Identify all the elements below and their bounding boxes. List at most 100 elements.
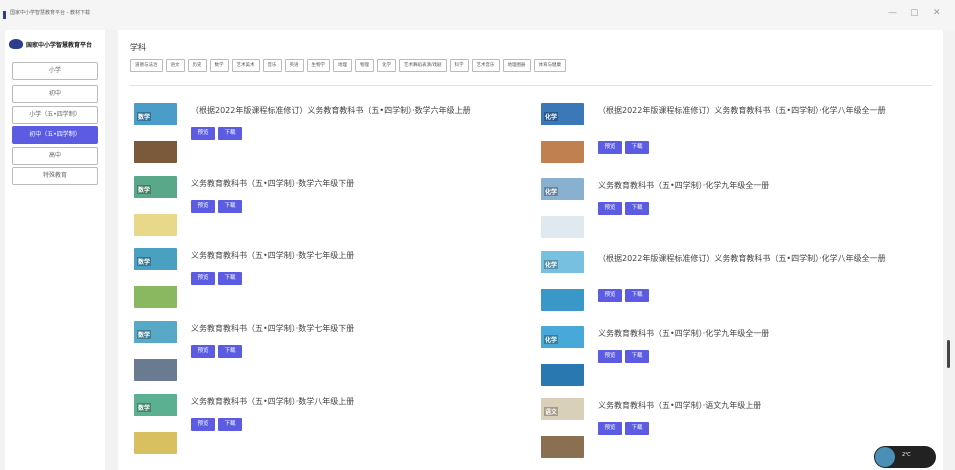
preview-button[interactable]: 预览 — [191, 200, 215, 213]
logo-icon — [9, 39, 23, 49]
preview-button[interactable]: 预览 — [598, 202, 622, 215]
window-title: 国家中小学智慧教育平台 - 教材下载 — [10, 10, 90, 16]
book-cover[interactable]: 数学 — [134, 394, 177, 454]
subject-tag[interactable]: 地理图册 — [502, 59, 531, 72]
maximize-icon[interactable]: ▢ — [910, 8, 919, 18]
subject-tag[interactable]: 艺术舞蹈表演/戏剧 — [399, 59, 447, 72]
download-button[interactable]: 下载 — [625, 202, 649, 215]
app-icon — [3, 11, 6, 19]
sidebar: 国家中小学智慧教育平台 小学 初中 小学（五•四学制） 初中（五•四学制） 高中… — [5, 30, 105, 470]
book-title: 义务教育教科书（五•四学制）·数学六年级下册 — [191, 179, 355, 188]
subject-tag[interactable]: 音乐 — [262, 59, 282, 72]
book-cover[interactable]: 数学 — [134, 321, 177, 381]
cover-label: 化学 — [544, 112, 559, 121]
book-item: 数学 义务教育教科书（五•四学制）·数学六年级下册 预览 下载 — [134, 176, 514, 240]
minimize-icon[interactable]: — — [888, 8, 897, 18]
cover-base — [134, 286, 177, 308]
preview-button[interactable]: 预览 — [191, 345, 215, 358]
cover-base — [134, 141, 177, 163]
book-cover[interactable]: 数学 — [134, 176, 177, 236]
cover-base — [134, 214, 177, 236]
book-title: （根据2022年版课程标准修订）义务教育教科书（五•四学制）·化学八年级全一册 — [598, 106, 886, 115]
book-cover[interactable]: 化学 — [541, 103, 584, 163]
subject-tag[interactable]: 语文 — [165, 59, 185, 72]
book-title: （根据2022年版课程标准修订）义务教育教科书（五•四学制）·化学八年级全一册 — [598, 254, 886, 263]
book-item: 化学 （根据2022年版课程标准修订）义务教育教科书（五•四学制）·化学八年级全… — [541, 103, 921, 167]
cover-base — [541, 289, 584, 311]
subject-tag[interactable]: 物理 — [355, 59, 374, 72]
subject-tag[interactable]: 科学 — [449, 59, 469, 72]
book-title: 义务教育教科书（五•四学制）·化学九年级全一册 — [598, 329, 770, 338]
book-title: 义务教育教科书（五•四学制）·数学八年级上册 — [191, 397, 355, 406]
book-cover[interactable]: 化学 — [541, 178, 584, 238]
subject-tag[interactable]: 地理 — [333, 59, 352, 72]
book-title: （根据2022年版课程标准修订）义务教育教科书（五•四学制）·数学六年级上册 — [191, 106, 471, 115]
sidebar-item-primary-54[interactable]: 小学（五•四学制） — [12, 106, 98, 124]
book-cover[interactable]: 语文 — [541, 398, 584, 458]
main-panel: 学科 道德与法治 语文 历史 数学 艺术美术 音乐 英语 生物学 地理 物理 化… — [118, 30, 943, 470]
book-title: 义务教育教科书（五•四学制）·数学七年级下册 — [191, 324, 355, 333]
download-button[interactable]: 下载 — [625, 422, 649, 435]
cover-base — [541, 141, 584, 163]
sidebar-item-junior-54[interactable]: 初中（五•四学制） — [12, 126, 98, 144]
cover-base — [134, 432, 177, 454]
logo-text: 国家中小学智慧教育平台 — [26, 41, 93, 49]
subject-tag[interactable]: 艺术美术 — [231, 59, 260, 72]
cover-label: 数学 — [137, 185, 152, 194]
globe-icon — [875, 447, 895, 467]
cover-label: 数学 — [137, 403, 152, 412]
book-cover[interactable]: 化学 — [541, 326, 584, 386]
close-icon[interactable]: ✕ — [933, 8, 941, 18]
subject-tag[interactable]: 英语 — [284, 59, 304, 72]
cover-label: 化学 — [544, 187, 559, 196]
download-button[interactable]: 下载 — [625, 141, 649, 154]
subject-tag[interactable]: 化学 — [377, 59, 396, 72]
cover-label: 数学 — [137, 112, 152, 121]
subject-tag[interactable]: 历史 — [187, 59, 207, 72]
download-button[interactable]: 下载 — [625, 289, 649, 302]
book-cover[interactable]: 数学 — [134, 248, 177, 308]
book-item: 数学 义务教育教科书（五•四学制）·数学七年级上册 预览 下载 — [134, 248, 514, 312]
divider — [130, 85, 932, 86]
book-cover[interactable]: 化学 — [541, 251, 584, 311]
logo: 国家中小学智慧教育平台 — [9, 39, 92, 49]
download-button[interactable]: 下载 — [218, 200, 242, 213]
weather-widget[interactable]: 2℃ — [874, 446, 936, 468]
download-button[interactable]: 下载 — [625, 350, 649, 363]
sidebar-item-senior[interactable]: 高中 — [12, 147, 98, 165]
preview-button[interactable]: 预览 — [598, 289, 622, 302]
preview-button[interactable]: 预览 — [598, 141, 622, 154]
preview-button[interactable]: 预览 — [191, 127, 215, 140]
subject-tag[interactable]: 数学 — [209, 59, 229, 72]
cover-label: 化学 — [544, 335, 559, 344]
scrollbar-thumb[interactable] — [947, 340, 950, 368]
subject-tag[interactable]: 体育与健康 — [533, 59, 567, 72]
book-item: 数学 义务教育教科书（五•四学制）·数学八年级上册 预览 下载 — [134, 394, 514, 458]
book-cover[interactable]: 数学 — [134, 103, 177, 163]
download-button[interactable]: 下载 — [218, 272, 242, 285]
cover-label: 化学 — [544, 260, 559, 269]
sidebar-item-special[interactable]: 特殊教育 — [12, 167, 98, 185]
book-item: 化学 义务教育教科书（五•四学制）·化学九年级全一册 预览 下载 — [541, 178, 921, 242]
preview-button[interactable]: 预览 — [598, 422, 622, 435]
cover-label: 数学 — [137, 330, 152, 339]
download-button[interactable]: 下载 — [218, 127, 242, 140]
preview-button[interactable]: 预览 — [191, 418, 215, 431]
download-button[interactable]: 下载 — [218, 345, 242, 358]
preview-button[interactable]: 预览 — [598, 350, 622, 363]
book-item: 数学 （根据2022年版课程标准修订）义务教育教科书（五•四学制）·数学六年级上… — [134, 103, 514, 167]
subject-tag[interactable]: 生物学 — [306, 59, 330, 72]
sidebar-item-junior[interactable]: 初中 — [12, 85, 98, 103]
subject-tag[interactable]: 道德与法治 — [130, 59, 163, 72]
book-item: 化学 （根据2022年版课程标准修订）义务教育教科书（五•四学制）·化学八年级全… — [541, 251, 921, 315]
book-title: 义务教育教科书（五•四学制）·语文九年级上册 — [598, 401, 762, 410]
sidebar-item-primary[interactable]: 小学 — [12, 62, 98, 80]
subject-tags: 道德与法治 语文 历史 数学 艺术美术 音乐 英语 生物学 地理 物理 化学 艺… — [130, 59, 930, 72]
download-button[interactable]: 下载 — [218, 418, 242, 431]
book-title: 义务教育教科书（五•四学制）·数学七年级上册 — [191, 251, 355, 260]
cover-label: 语文 — [544, 407, 559, 416]
book-item: 数学 义务教育教科书（五•四学制）·数学七年级下册 预览 下载 — [134, 321, 514, 385]
cover-base — [541, 436, 584, 458]
preview-button[interactable]: 预览 — [191, 272, 215, 285]
subject-tag[interactable]: 艺术音乐 — [471, 59, 500, 72]
